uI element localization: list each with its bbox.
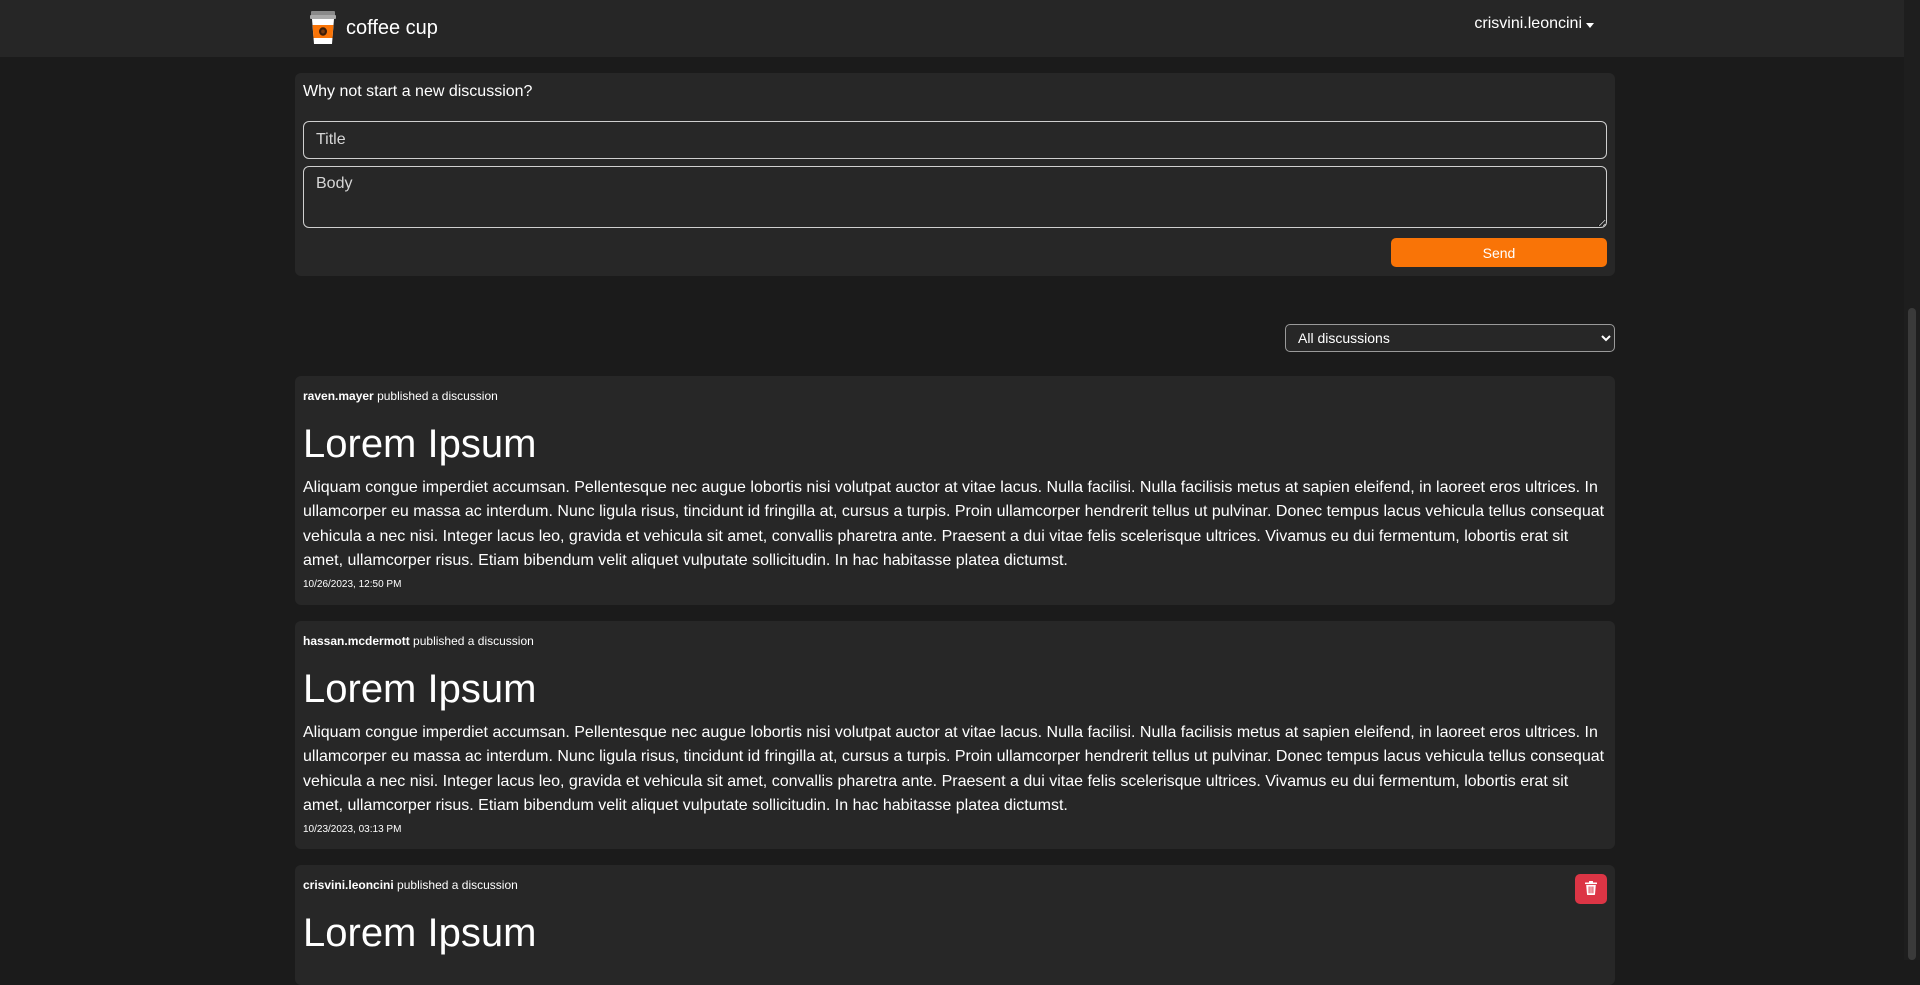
brand-name: coffee cup	[346, 17, 438, 39]
post-title[interactable]: Lorem Ipsum	[303, 420, 536, 468]
discussion-card: raven.mayer published a discussion Lorem…	[295, 376, 1615, 605]
title-input[interactable]	[303, 121, 1607, 159]
user-menu-toggle[interactable]: crisvini.leoncini	[1474, 15, 1594, 33]
discussion-card: hassan.mcdermott published a discussion …	[295, 621, 1615, 849]
post-author[interactable]: crisvini.leoncini	[303, 878, 394, 892]
new-discussion-card: Why not start a new discussion? Send	[295, 73, 1615, 276]
top-navbar: coffee cup crisvini.leoncini	[0, 0, 1904, 57]
post-meta: crisvini.leoncini published a discussion	[303, 878, 518, 892]
trash-icon	[1585, 880, 1597, 898]
post-action: published a discussion	[397, 878, 518, 892]
post-date: 10/26/2023, 12:50 PM	[303, 579, 402, 590]
new-discussion-heading: Why not start a new discussion?	[303, 83, 533, 100]
post-meta: raven.mayer published a discussion	[303, 389, 498, 403]
discussion-filter-select[interactable]: All discussions	[1285, 324, 1615, 352]
coffee-cup-icon	[310, 11, 336, 45]
post-title[interactable]: Lorem Ipsum	[303, 665, 536, 713]
post-action: published a discussion	[413, 634, 534, 648]
discussion-card: crisvini.leoncini published a discussion…	[295, 865, 1615, 985]
post-date: 10/23/2023, 03:13 PM	[303, 824, 402, 835]
post-author[interactable]: raven.mayer	[303, 389, 374, 403]
scrollbar-thumb[interactable]	[1908, 308, 1916, 960]
send-button[interactable]: Send	[1391, 238, 1607, 267]
body-textarea[interactable]	[303, 166, 1607, 228]
user-name: crisvini.leoncini	[1474, 15, 1582, 32]
post-body: Aliquam congue imperdiet accumsan. Pelle…	[303, 479, 1605, 569]
post-author[interactable]: hassan.mcdermott	[303, 634, 410, 648]
page-scrollbar[interactable]	[1904, 0, 1920, 960]
caret-down-icon	[1586, 22, 1594, 28]
brand-link[interactable]: coffee cup	[310, 11, 438, 45]
post-meta: hassan.mcdermott published a discussion	[303, 634, 534, 648]
post-action: published a discussion	[377, 389, 498, 403]
post-title[interactable]: Lorem Ipsum	[303, 909, 536, 957]
delete-discussion-button[interactable]	[1575, 874, 1607, 904]
post-body: Aliquam congue imperdiet accumsan. Pelle…	[303, 724, 1605, 814]
